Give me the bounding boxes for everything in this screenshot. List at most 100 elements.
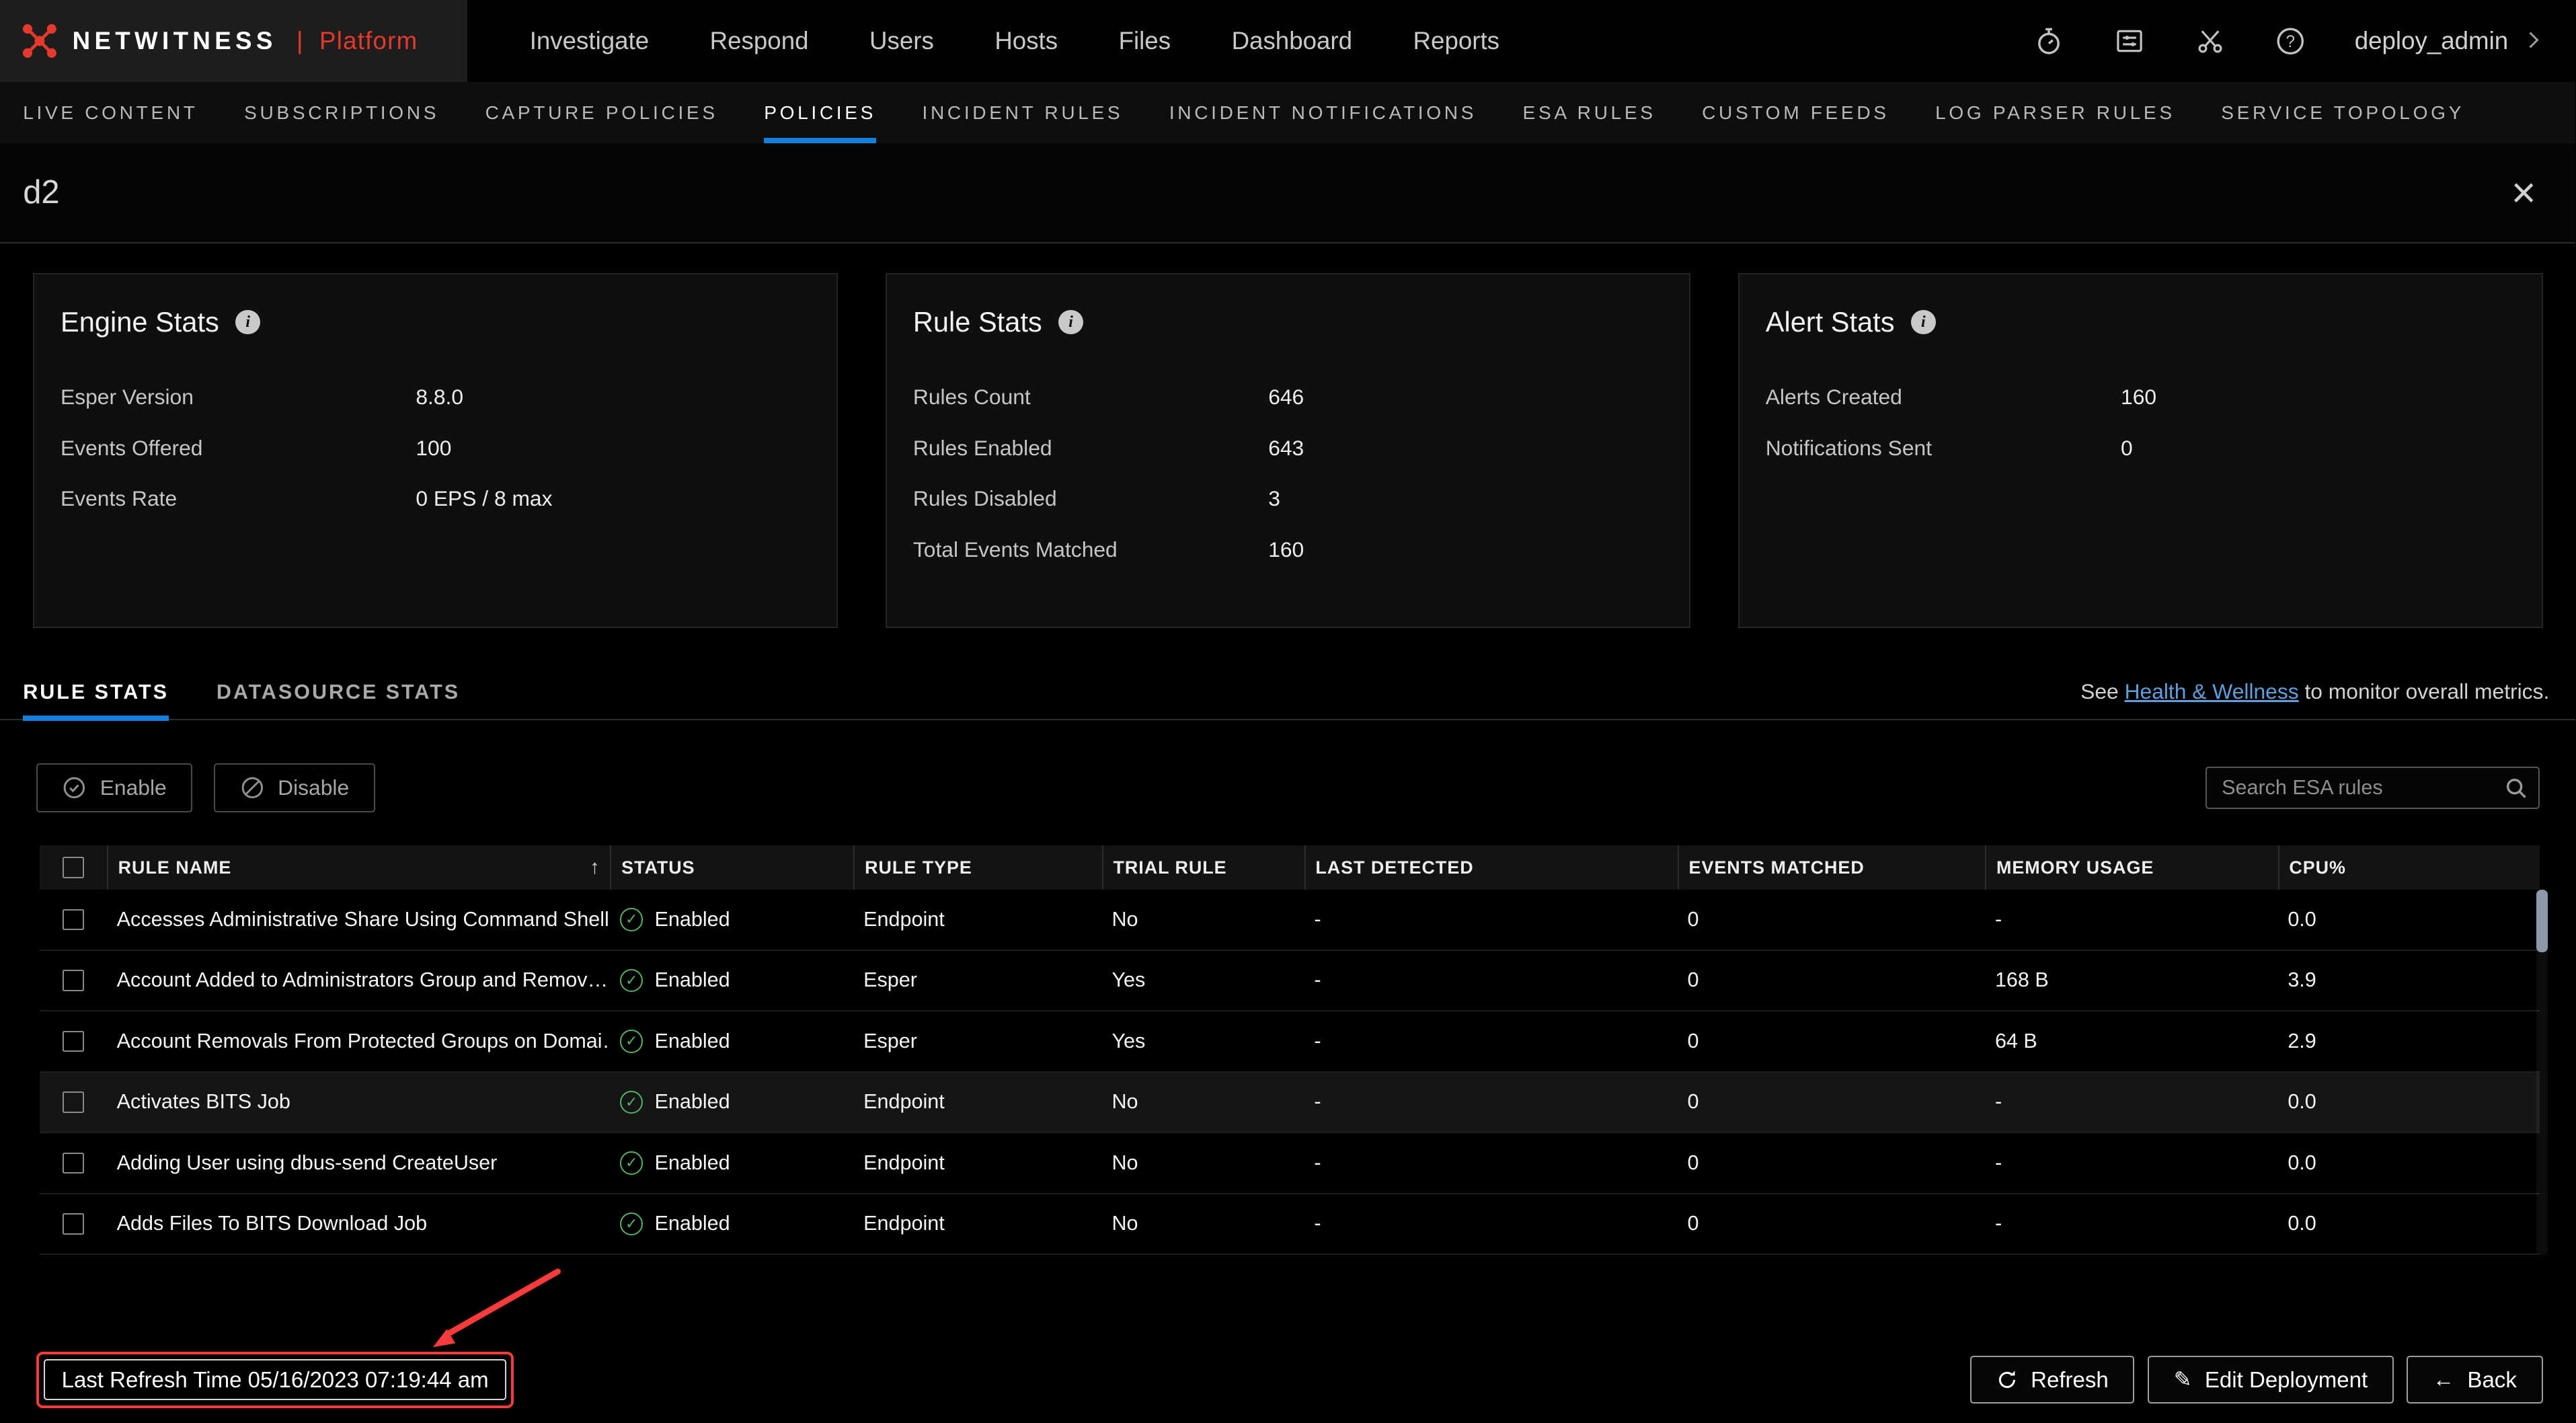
panel-title: Engine Stats (61, 305, 219, 338)
status-cell: ✓ Enabled (610, 1030, 853, 1053)
top-nav-item[interactable]: Files (1119, 27, 1171, 55)
svg-text:?: ? (2286, 33, 2296, 51)
stat-value: 646 (1268, 384, 1304, 409)
pencil-icon: ✎ (2173, 1367, 2192, 1391)
secondary-nav-item[interactable]: POLICIES (741, 82, 899, 143)
edit-deployment-button[interactable]: ✎ Edit Deployment (2148, 1356, 2394, 1404)
footer-action-bar: Last Refresh Time 05/16/2023 07:19:44 am… (0, 1351, 2575, 1408)
row-checkbox[interactable] (62, 1213, 84, 1235)
netwitness-platform-app: NETWITNESS | Platform Investigate Respond… (0, 0, 2576, 1423)
stat-value: 0 EPS / 8 max (416, 486, 553, 511)
scrollbar-thumb[interactable] (2536, 890, 2548, 953)
top-nav-bar: NETWITNESS | Platform Investigate Respond… (0, 0, 2576, 83)
close-button[interactable]: × (2511, 171, 2536, 215)
user-name: deploy_admin (2354, 27, 2509, 55)
top-nav-item[interactable]: Reports (1413, 27, 1499, 55)
stat-row: Esper Version 8.8.0 (61, 371, 810, 422)
table-row[interactable]: Activates BITS Job ✓ Enabled Endpoint No… (39, 1072, 2540, 1134)
stat-value: 643 (1268, 435, 1304, 460)
rule-type-cell: Endpoint (863, 907, 945, 931)
back-button[interactable]: ← Back (2407, 1356, 2543, 1404)
info-icon[interactable]: i (1910, 309, 1936, 335)
secondary-nav-item[interactable]: CUSTOM FEEDS (1679, 82, 1912, 143)
row-checkbox[interactable] (62, 909, 84, 931)
column-header-rule-type[interactable]: RULE TYPE (853, 845, 1101, 890)
top-nav-item[interactable]: Users (869, 27, 934, 55)
secondary-nav-item[interactable]: LOG PARSER RULES (1912, 82, 2198, 143)
top-nav-item[interactable]: Respond (710, 27, 809, 55)
secondary-nav-item[interactable]: INCIDENT RULES (899, 82, 1146, 143)
table-row[interactable]: Accesses Administrative Share Using Comm… (39, 890, 2540, 951)
cpu-cell: 0.0 (2288, 1212, 2316, 1235)
events-matched-cell: 0 (1687, 1029, 1699, 1052)
table-row[interactable]: Account Removals From Protected Groups o… (39, 1011, 2540, 1073)
secondary-nav-item[interactable]: CAPTURE POLICIES (462, 82, 741, 143)
row-checkbox[interactable] (62, 1152, 84, 1174)
cpu-cell: 2.9 (2288, 1029, 2316, 1052)
memory-usage-cell: 168 B (1994, 968, 2049, 992)
last-detected-cell: - (1314, 968, 1321, 992)
disable-button[interactable]: Disable (214, 763, 375, 813)
row-checkbox[interactable] (62, 1030, 84, 1052)
column-header-trial-rule[interactable]: TRIAL RULE (1101, 845, 1304, 890)
enable-button[interactable]: Enable (36, 763, 193, 813)
secondary-nav-item[interactable]: SUBSCRIPTIONS (221, 82, 462, 143)
stats-tab[interactable]: RULE STATS (23, 666, 169, 722)
row-checkbox[interactable] (62, 970, 84, 991)
memory-usage-cell: - (1994, 1212, 2002, 1235)
refresh-button[interactable]: Refresh (1970, 1356, 2135, 1404)
rule-type-cell: Esper (863, 1029, 917, 1052)
secondary-nav-item[interactable]: SERVICE TOPOLOGY (2198, 82, 2487, 143)
trial-rule-cell: No (1111, 1090, 1138, 1114)
rule-stats-rows: Rules Count 646 Rules Enabled 643 Rules … (913, 371, 1663, 575)
column-header-events-matched[interactable]: EVENTS MATCHED (1677, 845, 1985, 890)
table-row[interactable]: Adds Files To BITS Download Job ✓ Enable… (39, 1194, 2540, 1256)
system-monitor-icon[interactable] (2113, 25, 2146, 58)
column-header-memory-usage[interactable]: MEMORY USAGE (1985, 845, 2277, 890)
stat-label: Notifications Sent (1765, 435, 1933, 460)
sort-ascending-icon: ↑ (590, 856, 600, 879)
secondary-nav-item[interactable]: INCIDENT NOTIFICATIONS (1146, 82, 1500, 143)
secondary-nav-item[interactable]: LIVE CONTENT (0, 82, 221, 143)
column-header-status[interactable]: STATUS (610, 845, 853, 890)
column-header-rule-name[interactable]: RULE NAME ↑ (106, 845, 610, 890)
rule-type-cell: Esper (863, 968, 917, 992)
table-scrollbar[interactable] (2536, 890, 2548, 1256)
search-icon (2505, 776, 2527, 806)
health-wellness-link[interactable]: Health & Wellness (2125, 679, 2299, 703)
column-header-last-detected[interactable]: LAST DETECTED (1304, 845, 1678, 890)
trial-rule-cell: No (1111, 1151, 1138, 1174)
info-icon[interactable]: i (235, 309, 260, 335)
brand[interactable]: NETWITNESS | Platform (0, 0, 467, 83)
stats-tabs-row: RULE STATS DATASOURCE STATS See Health & … (0, 666, 2576, 722)
memory-usage-cell: - (1994, 1151, 2002, 1174)
table-row[interactable]: Adding User using dbus-send CreateUser ✓… (39, 1133, 2540, 1194)
user-menu[interactable]: deploy_admin (2354, 27, 2539, 55)
stat-row: Rules Enabled 643 (913, 422, 1663, 473)
top-nav-item[interactable]: Investigate (530, 27, 649, 55)
annotation-highlight-box: Last Refresh Time 05/16/2023 07:19:44 am (36, 1351, 514, 1408)
status-cell: ✓ Enabled (610, 908, 853, 931)
row-checkbox[interactable] (62, 1091, 84, 1113)
tools-icon[interactable] (2193, 25, 2226, 58)
trial-rule-cell: Yes (1111, 968, 1146, 992)
rule-type-cell: Endpoint (863, 1212, 945, 1235)
search-input[interactable] (2207, 776, 2538, 800)
netwitness-logo-icon (22, 24, 56, 59)
close-icon: × (2511, 168, 2536, 217)
stats-tab[interactable]: DATASOURCE STATS (217, 666, 460, 720)
info-icon[interactable]: i (1058, 309, 1083, 335)
select-all-checkbox[interactable] (62, 857, 84, 879)
events-matched-cell: 0 (1687, 907, 1699, 931)
table-row[interactable]: Account Added to Administrators Group an… (39, 951, 2540, 1012)
top-nav-item[interactable]: Dashboard (1232, 27, 1352, 55)
last-detected-cell: - (1314, 907, 1321, 931)
secondary-nav-item[interactable]: ESA RULES (1499, 82, 1679, 143)
timer-icon[interactable] (2032, 25, 2065, 58)
top-nav-item[interactable]: Hosts (994, 27, 1058, 55)
header-actions: ? deploy_admin (2032, 25, 2575, 58)
help-icon[interactable]: ? (2274, 25, 2307, 58)
column-header-cpu[interactable]: CPU% (2277, 845, 2540, 890)
stat-row: Total Events Matched 160 (913, 525, 1663, 576)
last-detected-cell: - (1314, 1212, 1321, 1235)
